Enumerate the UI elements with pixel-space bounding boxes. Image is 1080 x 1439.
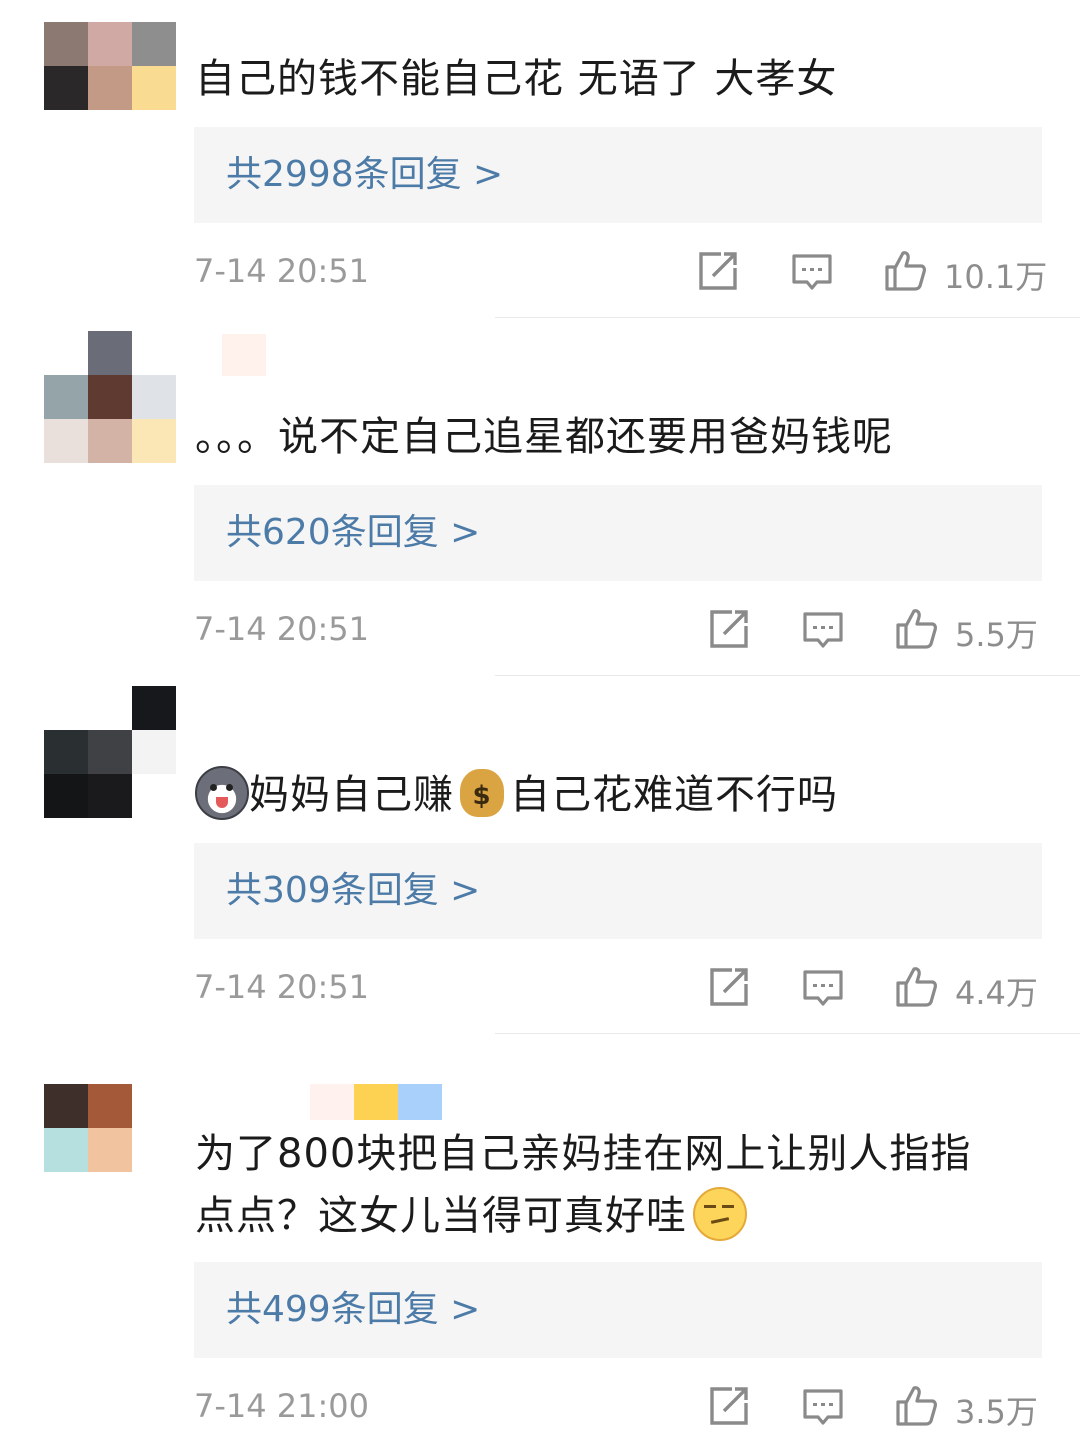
like-count: 3.5万 (955, 1393, 1038, 1431)
smirk-face-icon (693, 1187, 747, 1241)
reply-box[interactable]: 共499条回复 > (194, 1262, 1042, 1358)
thumbs-up-icon[interactable] (884, 249, 926, 291)
comment-text-part: 点点？这女儿当得可真好哇 (195, 1193, 687, 1239)
avatar[interactable] (44, 686, 176, 818)
divider (495, 317, 1080, 318)
timestamp: 7-14 20:51 (194, 610, 370, 648)
comment-text: 点点？这女儿当得可真好哇 (195, 1185, 747, 1247)
comment-icon[interactable] (791, 252, 833, 294)
share-icon[interactable] (697, 250, 739, 292)
comment-text: 为了800块把自己亲妈挂在网上让别人指指 (195, 1131, 972, 1177)
divider (495, 675, 1080, 676)
comment-icon[interactable] (802, 1387, 844, 1429)
thumbs-up-icon[interactable] (895, 1384, 937, 1426)
share-icon[interactable] (708, 966, 750, 1008)
thumbs-up-icon[interactable] (895, 965, 937, 1007)
timestamp: 7-14 20:51 (194, 252, 370, 290)
comment-icon[interactable] (802, 610, 844, 652)
like-count: 10.1万 (944, 258, 1048, 296)
like-count: 4.4万 (955, 974, 1038, 1012)
reply-count-link[interactable]: 共620条回复 > (226, 485, 480, 581)
comment-text-part: 妈妈自己赚 (249, 772, 454, 818)
comment-text-part: 自己花难道不行吗 (510, 772, 838, 818)
timestamp: 7-14 20:51 (194, 968, 370, 1006)
avatar[interactable] (44, 331, 176, 463)
thumbs-up-icon[interactable] (895, 607, 937, 649)
reply-count-link[interactable]: 共499条回复 > (226, 1262, 480, 1358)
share-icon[interactable] (708, 608, 750, 650)
username-blurred (222, 334, 266, 376)
username-blurred (310, 1084, 442, 1120)
reply-box[interactable]: 共309条回复 > (194, 843, 1042, 939)
timestamp: 7-14 21:00 (194, 1387, 370, 1425)
share-icon[interactable] (708, 1385, 750, 1427)
divider (495, 1033, 1080, 1034)
reply-count-link[interactable]: 共309条回复 > (226, 843, 480, 939)
comment-text: 自己的钱不能自己花 无语了 大孝女 (195, 56, 838, 102)
comment-text: 妈妈自己赚 $ 自己花难道不行吗 (195, 764, 838, 826)
reply-box[interactable]: 共2998条回复 > (194, 127, 1042, 223)
husky-face-icon (195, 766, 249, 820)
comment-icon[interactable] (802, 968, 844, 1010)
comment-text: 。。。说不定自己追星都还要用爸妈钱呢 (195, 414, 893, 460)
money-bag-icon: $ (460, 769, 504, 817)
reply-count-link[interactable]: 共2998条回复 > (226, 127, 503, 223)
like-count: 5.5万 (955, 616, 1038, 654)
reply-box[interactable]: 共620条回复 > (194, 485, 1042, 581)
avatar[interactable] (44, 1084, 132, 1172)
avatar[interactable] (44, 22, 176, 110)
